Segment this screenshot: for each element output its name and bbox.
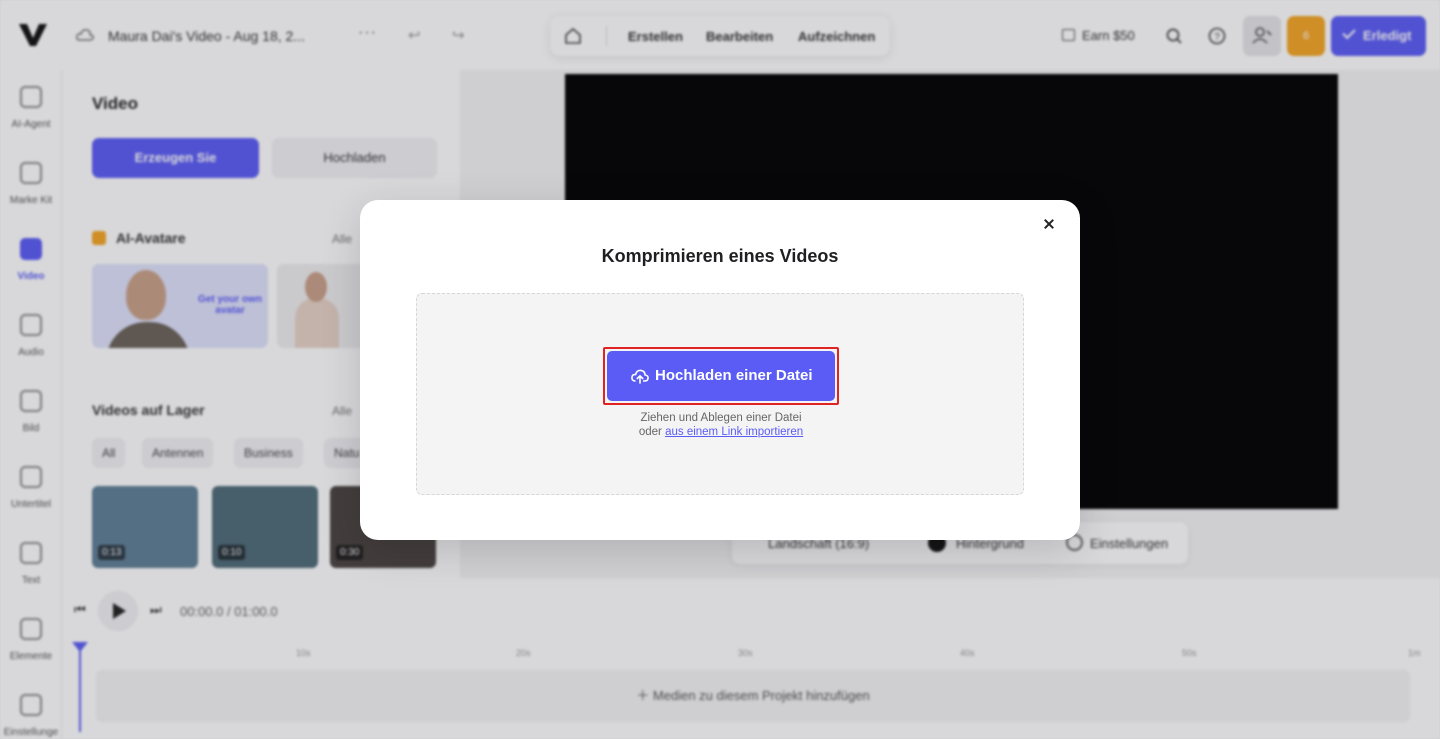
import-from-link[interactable]: aus einem Link importieren (665, 426, 803, 438)
drop-hint: Ziehen und Ablegen einer Datei oder aus … (417, 411, 1025, 439)
file-dropzone[interactable]: Hochladen einer Datei Ziehen und Ablegen… (416, 293, 1024, 495)
drop-hint-or: oder (638, 426, 662, 438)
cloud-upload-icon (631, 369, 649, 384)
drop-hint-line2: oder aus einem Link importieren (417, 425, 1025, 439)
upload-file-button[interactable]: Hochladen einer Datei (607, 351, 835, 401)
dialog-title: Komprimieren eines Videos (601, 246, 839, 266)
drop-hint-text: Ziehen und Ablegen einer Datei (640, 412, 802, 424)
upload-file-label: Hochladen einer Datei (655, 367, 813, 384)
close-icon[interactable] (1038, 214, 1060, 236)
compress-video-dialog: Komprimieren eines Videos Hochladen eine… (360, 200, 1080, 540)
